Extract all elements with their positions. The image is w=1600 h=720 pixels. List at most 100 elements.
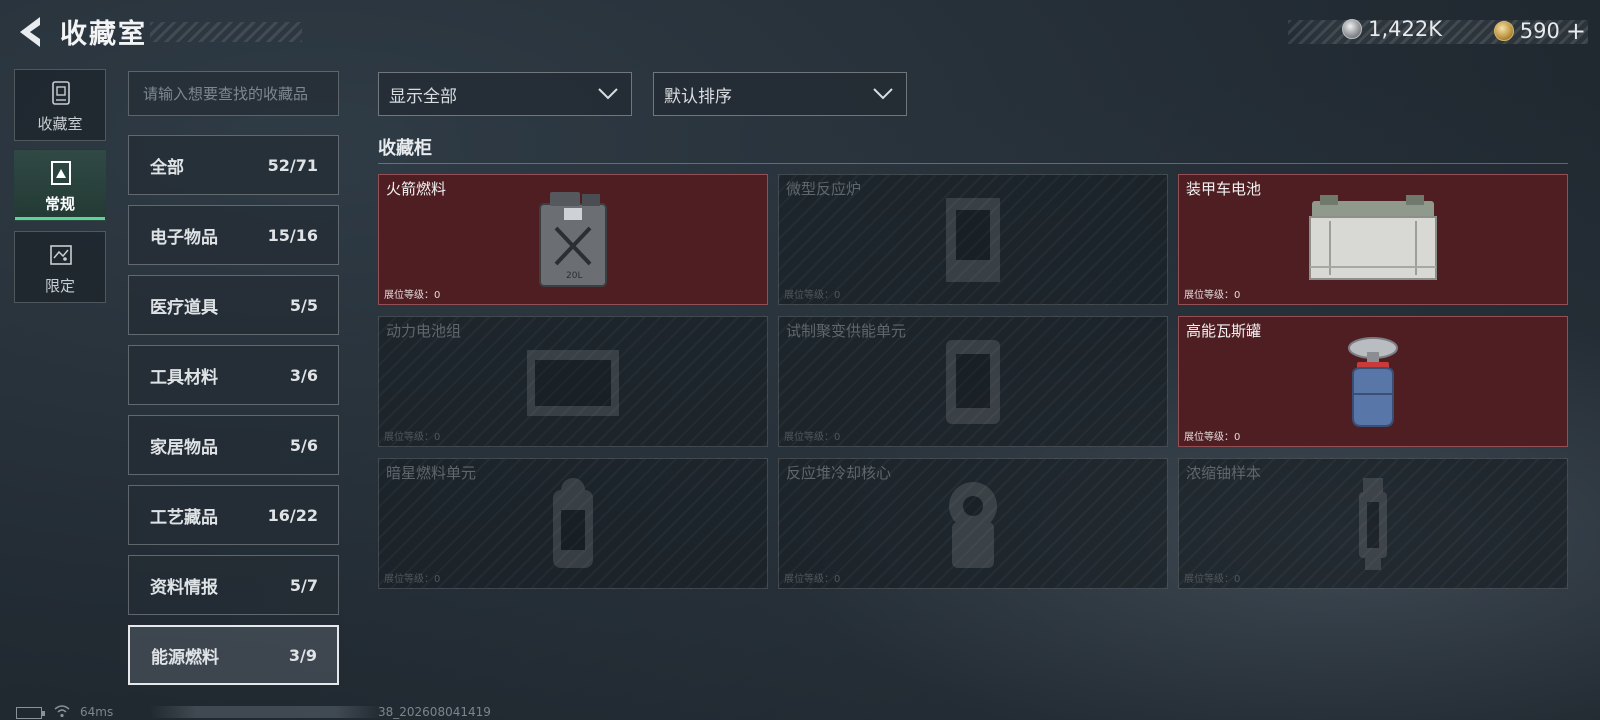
status-footer: 64ms 38_202608041419 [0,700,1600,720]
obscured-text [150,706,382,718]
rail-tab-regular[interactable]: 常规 [14,149,106,221]
category-name: 电子物品 [150,227,218,248]
rail-tab-label: 常规 [44,195,75,213]
card-corner [1179,317,1184,322]
card-corner [1162,583,1167,588]
card-corner [1562,299,1567,304]
card-corner [1562,441,1567,446]
card-corner [762,583,767,588]
category-name: 工具材料 [150,367,218,388]
fuel-canister-icon: 20L [539,191,607,287]
gold-coin-icon [1493,21,1514,41]
rail-tab-label: 收藏室 [37,115,83,133]
category-name: 工艺藏品 [150,507,218,528]
category-count: 52/71 [267,155,318,175]
card-corner [779,459,784,464]
add-currency-button[interactable]: + [1566,17,1586,45]
category-electronics[interactable]: 电子物品 15/16 [128,205,339,265]
collection-room-icon [52,81,70,105]
item-card[interactable]: 动力电池组 展位等级：0 [378,316,768,447]
chevron-down-icon [598,88,618,100]
section-title: 收藏柜 [378,138,432,159]
item-card[interactable]: 火箭燃料 20L 展位等级：0 [378,174,768,305]
item-card[interactable]: 反应堆冷却核心 展位等级：0 [778,458,1168,589]
category-crafts[interactable]: 工艺藏品 16/22 [128,485,339,545]
item-name: 试制聚变供能单元 [786,322,907,340]
category-medical[interactable]: 医疗道具 5/5 [128,275,339,335]
item-name: 高能瓦斯罐 [1186,322,1262,340]
card-corner [1179,175,1184,180]
title-decoration [150,22,302,42]
page-title: 收藏室 [60,19,147,50]
category-name: 全部 [150,157,184,178]
category-name: 资料情报 [150,577,218,598]
item-card[interactable]: 试制聚变供能单元 展位等级：0 [778,316,1168,447]
category-count: 5/5 [289,295,318,315]
category-energy-fuel[interactable]: 能源燃料 3/9 [128,625,339,685]
item-name: 暗星燃料单元 [386,464,477,482]
category-name: 能源燃料 [151,647,219,668]
display-level: 展位等级：0 [1184,432,1241,443]
rail-tab-collection-room[interactable]: 收藏室 [14,69,106,141]
section-divider [378,163,1568,164]
rail-tab-limited[interactable]: 限定 [14,231,106,303]
item-card[interactable]: 装甲车电池 展位等级：0 [1178,174,1568,305]
back-arrow-icon[interactable] [14,14,46,50]
item-name: 微型反应炉 [786,180,862,198]
card-corner [379,317,384,322]
filter-dropdown[interactable]: 显示全部 [378,72,632,116]
item-card[interactable]: 浓缩铀样本 展位等级：0 [1178,458,1568,589]
display-level: 展位等级：0 [384,290,441,301]
category-name: 家居物品 [150,437,218,458]
wifi-icon [54,705,70,718]
display-level: 展位等级：0 [384,574,441,585]
currency-silver[interactable]: 1,422K [1342,17,1442,41]
uranium-sample-icon [1359,477,1387,570]
item-card[interactable]: 高能瓦斯罐 展位等级：0 [1178,316,1568,447]
item-card[interactable]: 微型反应炉 展位等级：0 [778,174,1168,305]
display-level: 展位等级：0 [784,432,841,443]
item-card[interactable]: 暗星燃料单元 展位等级：0 [378,458,768,589]
item-name: 浓缩铀样本 [1186,464,1262,482]
search-input[interactable] [128,71,339,116]
svg-text:20L: 20L [566,271,582,281]
card-corner [1162,299,1167,304]
card-corner [762,441,767,446]
category-all[interactable]: 全部 52/71 [128,135,339,195]
category-count: 15/16 [267,225,318,245]
card-corner [379,175,384,180]
micro-reactor-icon [946,197,1000,282]
card-corner [379,459,384,464]
category-tools[interactable]: 工具材料 3/6 [128,345,339,405]
build-id: 38_202608041419 [378,705,491,719]
sort-dropdown[interactable]: 默认排序 [653,72,907,116]
regular-icon [51,161,71,185]
card-corner [779,175,784,180]
display-level: 展位等级：0 [384,432,441,443]
category-count: 5/6 [289,435,318,455]
currency-gold[interactable]: 590 + [1493,17,1586,45]
card-corner [1179,459,1184,464]
item-name: 装甲车电池 [1186,180,1262,198]
chevron-down-icon [873,88,893,100]
display-level: 展位等级：0 [784,290,841,301]
fuel-cell-icon [553,477,593,568]
category-household[interactable]: 家居物品 5/6 [128,415,339,475]
battery-icon [16,707,45,719]
battery-pack-icon [527,349,619,416]
silver-amount: 1,422K [1368,17,1442,41]
category-count: 5/7 [289,575,318,595]
item-name: 反应堆冷却核心 [786,464,892,482]
category-count: 16/22 [267,505,318,525]
fusion-unit-icon [946,339,1000,424]
card-corner [779,317,784,322]
sort-value: 默认排序 [664,86,732,107]
vehicle-battery-icon [1309,194,1437,280]
card-corner [762,299,767,304]
filter-value: 显示全部 [389,86,457,107]
category-intel[interactable]: 资料情报 5/7 [128,555,339,615]
ping-readout: 64ms [80,705,114,719]
limited-icon [50,245,72,265]
gold-amount: 590 [1519,19,1560,43]
header: 收藏室 1,422K 590 + [0,0,1600,64]
